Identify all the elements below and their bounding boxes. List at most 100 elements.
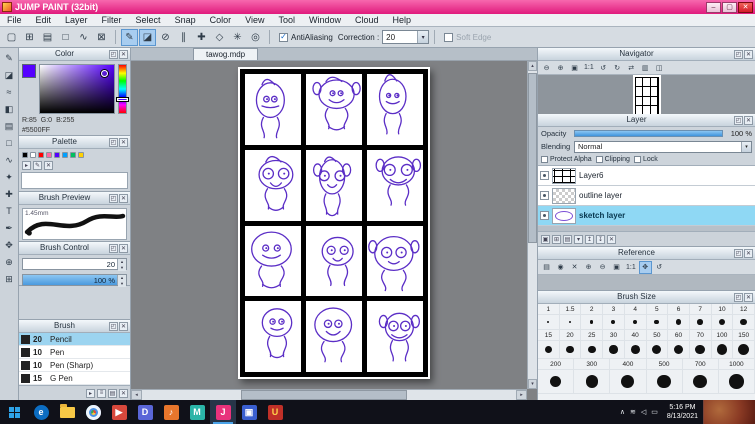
snap-off-icon[interactable]: ⊘ — [157, 29, 174, 46]
lock-option[interactable]: Lock — [633, 155, 658, 163]
brush-size-dot[interactable] — [559, 315, 582, 330]
layer-folder-icon[interactable]: ▤ — [563, 234, 572, 244]
zoom-in-icon[interactable]: ⊕ — [554, 61, 567, 74]
clipping-checkbox[interactable] — [595, 155, 603, 163]
saturation-square[interactable] — [39, 64, 115, 114]
brush-size-option[interactable]: 12 — [733, 304, 755, 315]
clear-reference-icon[interactable]: ✕ — [568, 261, 581, 274]
menu-tool[interactable]: Tool — [271, 14, 302, 27]
hue-bar[interactable] — [117, 64, 128, 114]
comic-panel[interactable] — [245, 149, 301, 221]
brush-list-item[interactable]: 10 Pen — [19, 346, 130, 359]
fit-screen-icon[interactable]: ▣ — [568, 61, 581, 74]
scroll-up-icon[interactable]: ▴ — [528, 61, 537, 71]
brush-size-option[interactable]: 5 — [646, 304, 669, 315]
text-tool-icon[interactable]: T — [1, 203, 17, 219]
comic-panel[interactable] — [367, 225, 423, 297]
palette-color-3[interactable] — [46, 152, 52, 158]
delete-color-icon[interactable]: ✕ — [44, 161, 53, 170]
menu-file[interactable]: File — [0, 14, 29, 27]
move-tool-icon[interactable]: ✚ — [1, 186, 17, 202]
page-view-icon[interactable]: ◫ — [653, 61, 666, 74]
lock-checkbox[interactable] — [633, 155, 641, 163]
scroll-left-icon[interactable]: ◂ — [131, 390, 142, 400]
comic-panel[interactable] — [367, 149, 423, 221]
comic-panel[interactable] — [245, 301, 301, 372]
open-reference-icon[interactable]: ▤ — [540, 261, 553, 274]
gradient-tool-icon[interactable]: ▤ — [1, 118, 17, 134]
snap-radial-icon[interactable]: ✳ — [229, 29, 246, 46]
antialiasing-option[interactable]: ✓ AntiAliasing — [279, 32, 333, 42]
comic-panel[interactable] — [306, 149, 362, 221]
brush-size-slider[interactable]: 20 ▴ ▾ — [22, 258, 127, 271]
duplicate-layer-icon[interactable]: ⊞ — [552, 234, 561, 244]
undock-icon[interactable]: ◰ — [734, 115, 743, 125]
taskbar-edge-icon[interactable]: e — [28, 400, 54, 424]
protect-alpha-checkbox[interactable] — [541, 155, 548, 163]
spin-down-icon[interactable]: ▾ — [118, 265, 126, 271]
comic-panel[interactable] — [245, 74, 301, 145]
menu-color[interactable]: Color — [203, 14, 239, 27]
brush-size-option[interactable]: 60 — [668, 330, 690, 341]
brush-size-option[interactable]: 4 — [624, 304, 647, 315]
palette-color-4[interactable] — [54, 152, 60, 158]
brush-size-dot[interactable] — [603, 315, 625, 330]
vertical-scroll-thumb[interactable] — [528, 72, 537, 244]
layer-row[interactable]: Layer6 — [538, 166, 755, 186]
brush-size-dot[interactable] — [668, 341, 690, 359]
comic-panel[interactable] — [306, 301, 362, 372]
comic-panel[interactable] — [245, 225, 301, 297]
brush-size-option[interactable]: 70 — [689, 330, 712, 341]
spin-down-icon[interactable]: ▾ — [118, 281, 126, 287]
taskbar-chrome-icon[interactable] — [80, 400, 106, 424]
taskbar-media-icon[interactable]: ▶ — [106, 400, 132, 424]
add-color-icon[interactable]: ▸ — [22, 161, 31, 170]
brush-size-dot[interactable] — [581, 341, 604, 359]
canvas-viewport[interactable]: ▴ ▾ ◂ ▸ — [131, 61, 537, 400]
brush-size-option[interactable]: 150 — [733, 330, 755, 341]
palette-color-7[interactable] — [78, 152, 84, 158]
brush-size-dot[interactable] — [646, 341, 669, 359]
brush-size-option[interactable]: 7 — [689, 304, 712, 315]
taskbar-video-icon[interactable]: ▣ — [236, 400, 262, 424]
delete-layer-icon[interactable]: ✕ — [607, 234, 616, 244]
undock-icon[interactable]: ◰ — [734, 49, 743, 59]
brush-size-option[interactable]: 1 — [538, 304, 560, 315]
tray-notification-icon[interactable]: ▭ — [651, 408, 658, 416]
brush-size-option[interactable]: 400 — [610, 359, 647, 370]
color-picker-cursor[interactable] — [101, 69, 109, 77]
delete-brush-icon[interactable]: ✕ — [119, 388, 128, 398]
correction-dropdown[interactable]: 20 ▾ — [382, 30, 430, 44]
canvas-page[interactable] — [238, 67, 430, 379]
move-layer-down-icon[interactable]: ↧ — [596, 234, 605, 244]
brush-size-option[interactable]: 25 — [581, 330, 604, 341]
horizontal-scrollbar[interactable]: ◂ ▸ — [131, 389, 527, 400]
brush-list-item[interactable]: 10 Pen (Sharp) — [19, 359, 130, 372]
snap-cross-icon[interactable]: ✚ — [193, 29, 210, 46]
layer-row[interactable]: outline layer — [538, 186, 755, 206]
scroll-right-icon[interactable]: ▸ — [516, 390, 527, 400]
brush-opacity-spinner[interactable]: ▴ ▾ — [117, 275, 126, 287]
actual-size-icon[interactable]: 1:1 — [582, 61, 596, 74]
brush-size-dot[interactable] — [559, 341, 582, 359]
chevron-down-icon[interactable]: ▾ — [741, 141, 751, 152]
brush-size-option[interactable]: 300 — [574, 359, 611, 370]
move-layer-up-icon[interactable]: ↥ — [585, 234, 594, 244]
brush-size-option[interactable]: 3 — [603, 304, 625, 315]
close-icon[interactable]: ✕ — [744, 115, 753, 125]
close-icon[interactable]: ✕ — [744, 292, 753, 302]
brush-size-dot[interactable] — [711, 315, 734, 330]
pen-icon[interactable]: ✎ — [121, 28, 138, 46]
brush-size-option[interactable]: 1.5 — [559, 304, 582, 315]
add-layer-icon[interactable]: ▣ — [541, 234, 550, 244]
brush-size-dot[interactable] — [624, 315, 647, 330]
brush-size-option[interactable]: 500 — [646, 359, 683, 370]
brush-size-option[interactable]: 6 — [668, 304, 690, 315]
close-icon[interactable]: ✕ — [119, 321, 128, 331]
brush-size-dot[interactable] — [646, 370, 683, 394]
document-tab[interactable]: tawog.mdp — [193, 48, 259, 60]
tray-network-icon[interactable]: ≋ — [630, 408, 636, 416]
palette-color-0[interactable] — [22, 152, 28, 158]
close-button[interactable]: ✕ — [738, 1, 753, 13]
select-lasso-icon[interactable]: ∿ — [75, 29, 92, 46]
